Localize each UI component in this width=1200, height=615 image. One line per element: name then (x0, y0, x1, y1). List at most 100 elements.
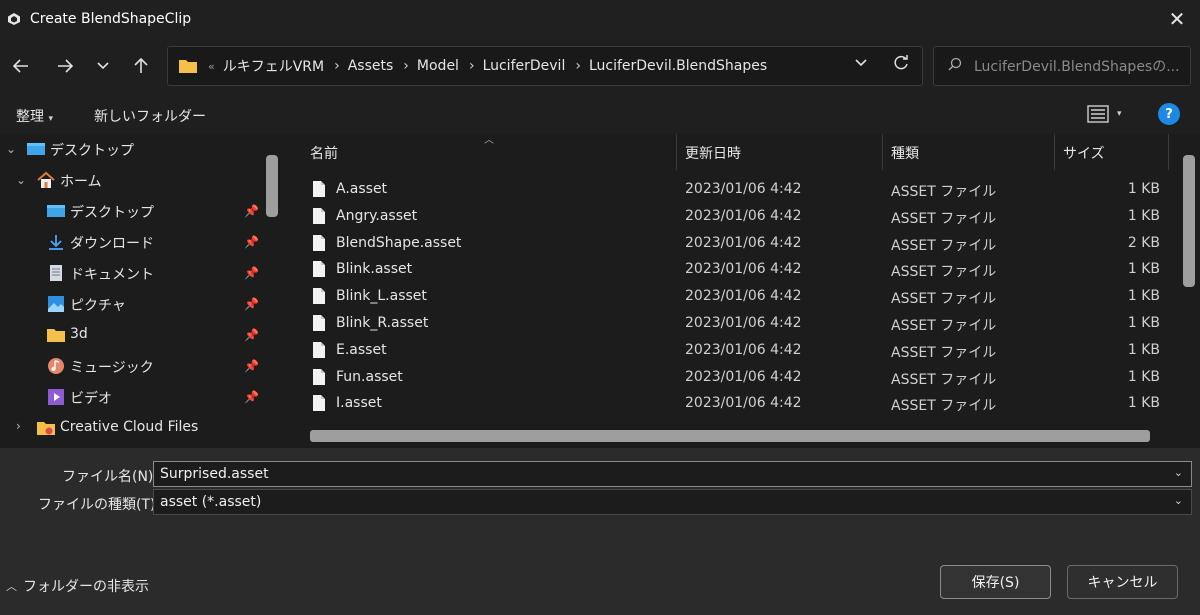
video-icon (46, 388, 66, 406)
sidebar-item-documents[interactable]: ドキュメント 📌 (0, 258, 264, 288)
sidebar-item-desktop-root[interactable]: ⌄ デスクトップ (0, 134, 264, 164)
search-input[interactable]: LuciferDevil.BlendShapesの... (933, 46, 1191, 86)
sidebar-item-home[interactable]: ⌄ ホーム (0, 165, 264, 195)
column-divider[interactable] (1168, 134, 1169, 170)
back-button[interactable] (6, 52, 36, 80)
file-name: BlendShape.asset (336, 234, 462, 251)
pin-icon[interactable]: 📌 (244, 297, 259, 311)
sidebar-item-3d[interactable]: 3d 📌 (0, 320, 264, 350)
breadcrumb-separator-icon[interactable]: › (575, 58, 581, 74)
cancel-button[interactable]: キャンセル (1067, 565, 1178, 599)
pin-icon[interactable]: 📌 (244, 266, 259, 280)
file-name: Fun.asset (336, 368, 403, 385)
file-list: ︿ 名前 更新日時 種類 サイズ A.asset 2023/01/06 4:42 A… (288, 134, 1200, 444)
sidebar-item-videos[interactable]: ビデオ 📌 (0, 382, 264, 412)
column-header-name[interactable]: 名前 (310, 143, 338, 163)
chevron-right-icon[interactable]: › (16, 419, 21, 433)
file-date: 2023/01/06 4:42 (685, 234, 802, 251)
pin-icon[interactable]: 📌 (244, 390, 259, 404)
column-header-size[interactable]: サイズ (1063, 143, 1105, 163)
pin-icon[interactable]: 📌 (244, 328, 259, 342)
pictures-icon (46, 295, 66, 313)
file-name: I.asset (336, 395, 382, 412)
new-folder-button[interactable]: 新しいフォルダー (94, 106, 206, 126)
navigation-pane: ⌄ デスクトップ ⌄ ホーム デスクトップ 📌 ダウンロード 📌 ドキュメント … (0, 134, 282, 444)
breadcrumb-item[interactable]: Assets (348, 58, 394, 74)
breadcrumb-item[interactable]: LuciferDevil.BlendShapes (589, 58, 767, 74)
file-type: ASSET ファイル (891, 291, 997, 308)
table-row[interactable]: Blink_R.asset 2023/01/06 4:42 ASSET ファイル 1 … (288, 311, 1168, 338)
table-row[interactable]: Blink_L.asset 2023/01/06 4:42 ASSET ファイル 1 … (288, 284, 1168, 311)
sidebar-item-downloads[interactable]: ダウンロード 📌 (0, 227, 264, 257)
filename-input[interactable]: Surprised.asset ⌄ (153, 461, 1192, 487)
table-row[interactable]: Fun.asset 2023/01/06 4:42 ASSET ファイル 1 KB (288, 365, 1168, 392)
sidebar-item-creative-cloud[interactable]: › Creative Cloud Files (0, 413, 264, 443)
view-options-button[interactable]: ▾ (1087, 102, 1127, 126)
column-divider[interactable] (676, 134, 677, 170)
file-date: 2023/01/06 4:42 (685, 288, 802, 305)
hide-folders-toggle[interactable]: ︿ フォルダーの非表示 (6, 576, 149, 596)
download-icon (46, 233, 66, 251)
table-row[interactable]: Angry.asset 2023/01/06 4:42 ASSET ファイル 1 KB (288, 204, 1168, 231)
breadcrumb-separator-icon[interactable]: › (469, 58, 475, 74)
column-divider[interactable] (882, 134, 883, 170)
chevron-down-icon[interactable]: ⌄ (6, 142, 16, 156)
table-row[interactable]: BlendShape.asset 2023/01/06 4:42 ASSET ファイ… (288, 231, 1168, 258)
arrow-right-icon (58, 59, 74, 73)
address-bar[interactable]: « ルキフェルVRM › Assets › Model › LuciferDev… (167, 46, 923, 86)
column-header-row: ︿ 名前 更新日時 種類 サイズ (288, 134, 1169, 170)
forward-button[interactable] (50, 52, 80, 80)
file-icon (313, 395, 325, 412)
file-type: ASSET ファイル (891, 344, 997, 361)
table-row[interactable]: E.asset 2023/01/06 4:42 ASSET ファイル 1 KB (288, 338, 1168, 365)
navigation-bar: « ルキフェルVRM › Assets › Model › LuciferDev… (0, 38, 1200, 94)
table-row[interactable]: I.asset 2023/01/06 4:42 ASSET ファイル 1 KB (288, 391, 1168, 418)
close-icon[interactable]: ✕ (1154, 0, 1200, 38)
breadcrumb-separator-icon[interactable]: › (403, 58, 409, 74)
pin-icon[interactable]: 📌 (244, 235, 259, 249)
sidebar-item-desktop[interactable]: デスクトップ 📌 (0, 196, 264, 226)
chevron-down-icon[interactable]: ⌄ (16, 173, 26, 187)
table-row[interactable]: A.asset 2023/01/06 4:42 ASSET ファイル 1 KB (288, 177, 1168, 204)
breadcrumb-item[interactable]: LuciferDevil (483, 58, 566, 74)
refresh-icon[interactable] (892, 54, 910, 77)
save-button[interactable]: 保存(S) (940, 565, 1051, 599)
file-type: ASSET ファイル (891, 264, 997, 281)
organize-menu[interactable]: 整理 ▾ (16, 106, 53, 126)
address-dropdown-icon[interactable] (854, 57, 868, 72)
file-icon (313, 341, 325, 358)
chevron-down-icon[interactable]: ⌄ (1174, 466, 1183, 479)
arrow-left-icon (12, 59, 28, 73)
file-icon (313, 207, 325, 224)
file-list-horizontal-scrollbar[interactable] (310, 430, 1150, 442)
breadcrumb-separator-icon[interactable]: › (334, 58, 340, 74)
search-placeholder: LuciferDevil.BlendShapesの... (974, 59, 1180, 75)
help-button[interactable]: ? (1158, 103, 1180, 125)
filetype-select[interactable]: asset (*.asset) ⌄ (153, 489, 1192, 515)
pin-icon[interactable]: 📌 (244, 204, 259, 218)
pin-icon[interactable]: 📌 (244, 359, 259, 373)
sidebar-item-music[interactable]: ミュージック 📌 (0, 351, 264, 381)
file-list-vertical-scrollbar[interactable] (1183, 155, 1195, 287)
table-row[interactable]: Blink.asset 2023/01/06 4:42 ASSET ファイル 1 KB (288, 257, 1168, 284)
file-date: 2023/01/06 4:42 (685, 368, 802, 385)
file-date: 2023/01/06 4:42 (685, 261, 802, 278)
breadcrumb-overflow[interactable]: « (208, 60, 215, 73)
recent-locations-button[interactable] (88, 52, 118, 80)
file-date: 2023/01/06 4:42 (685, 207, 802, 224)
chevron-down-icon[interactable]: ⌄ (1174, 494, 1183, 507)
filetype-label: ファイルの種類(T): (38, 497, 161, 513)
sidebar-scrollbar[interactable] (266, 155, 278, 217)
file-icon (313, 288, 325, 305)
sort-ascending-icon: ︿ (484, 135, 494, 146)
file-size: 1 KB (1127, 288, 1160, 305)
title-bar: Create BlendShapeClip ✕ (0, 0, 1200, 38)
filename-label: ファイル名(N): (62, 469, 159, 485)
breadcrumb-item[interactable]: Model (417, 58, 459, 74)
column-divider[interactable] (1054, 134, 1055, 170)
breadcrumb-item[interactable]: ルキフェルVRM (223, 56, 324, 76)
column-header-type[interactable]: 種類 (891, 143, 919, 163)
column-header-date[interactable]: 更新日時 (685, 143, 741, 163)
sidebar-item-pictures[interactable]: ピクチャ 📌 (0, 289, 264, 319)
up-button[interactable] (126, 52, 156, 80)
